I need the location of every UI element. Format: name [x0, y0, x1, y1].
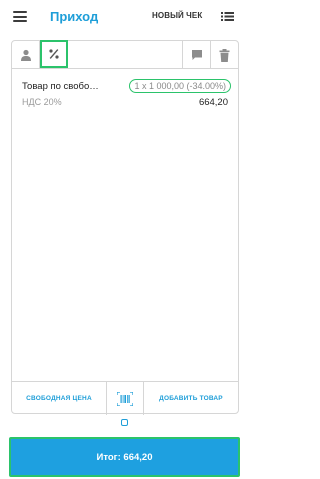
page-indicator [121, 419, 128, 426]
customer-button[interactable] [12, 41, 40, 69]
user-icon [20, 49, 31, 61]
hamburger-menu-icon[interactable] [13, 11, 27, 22]
free-price-button[interactable]: СВОБОДНАЯ ЦЕНА [12, 382, 106, 415]
item-sum: 664,20 [198, 97, 228, 108]
total-button[interactable]: Итог: 664,20 [9, 437, 240, 477]
receipt-toolbar [12, 40, 238, 69]
receipt-card: Товар по свобо… 1 x 1 000,00 (-34.00%) Н… [11, 40, 239, 415]
new-check-button[interactable]: НОВЫЙ ЧЕК [152, 11, 202, 20]
percent-icon [49, 49, 59, 59]
list-item[interactable]: Товар по свобо… 1 x 1 000,00 (-34.00%) Н… [12, 79, 238, 113]
item-vat: НДС 20% [22, 97, 62, 107]
item-name: Товар по свобо… [22, 81, 99, 92]
barcode-scan-icon [117, 391, 133, 406]
comment-icon [191, 50, 202, 60]
add-product-button[interactable]: ДОБАВИТЬ ТОВАР [144, 382, 238, 415]
scan-barcode-button[interactable] [106, 382, 144, 415]
item-quantity-price: 1 x 1 000,00 (-34.00%) [129, 79, 231, 93]
page-title: Приход [50, 9, 99, 24]
delete-button[interactable] [210, 41, 238, 69]
comment-button[interactable] [182, 41, 210, 69]
discount-button[interactable] [40, 40, 68, 68]
top-app-bar: Приход НОВЫЙ ЧЕК [0, 0, 250, 34]
list-icon[interactable] [221, 12, 234, 21]
trash-icon [219, 48, 230, 62]
action-bar: СВОБОДНАЯ ЦЕНА ДОБАВИТЬ ТОВАР [12, 381, 238, 415]
